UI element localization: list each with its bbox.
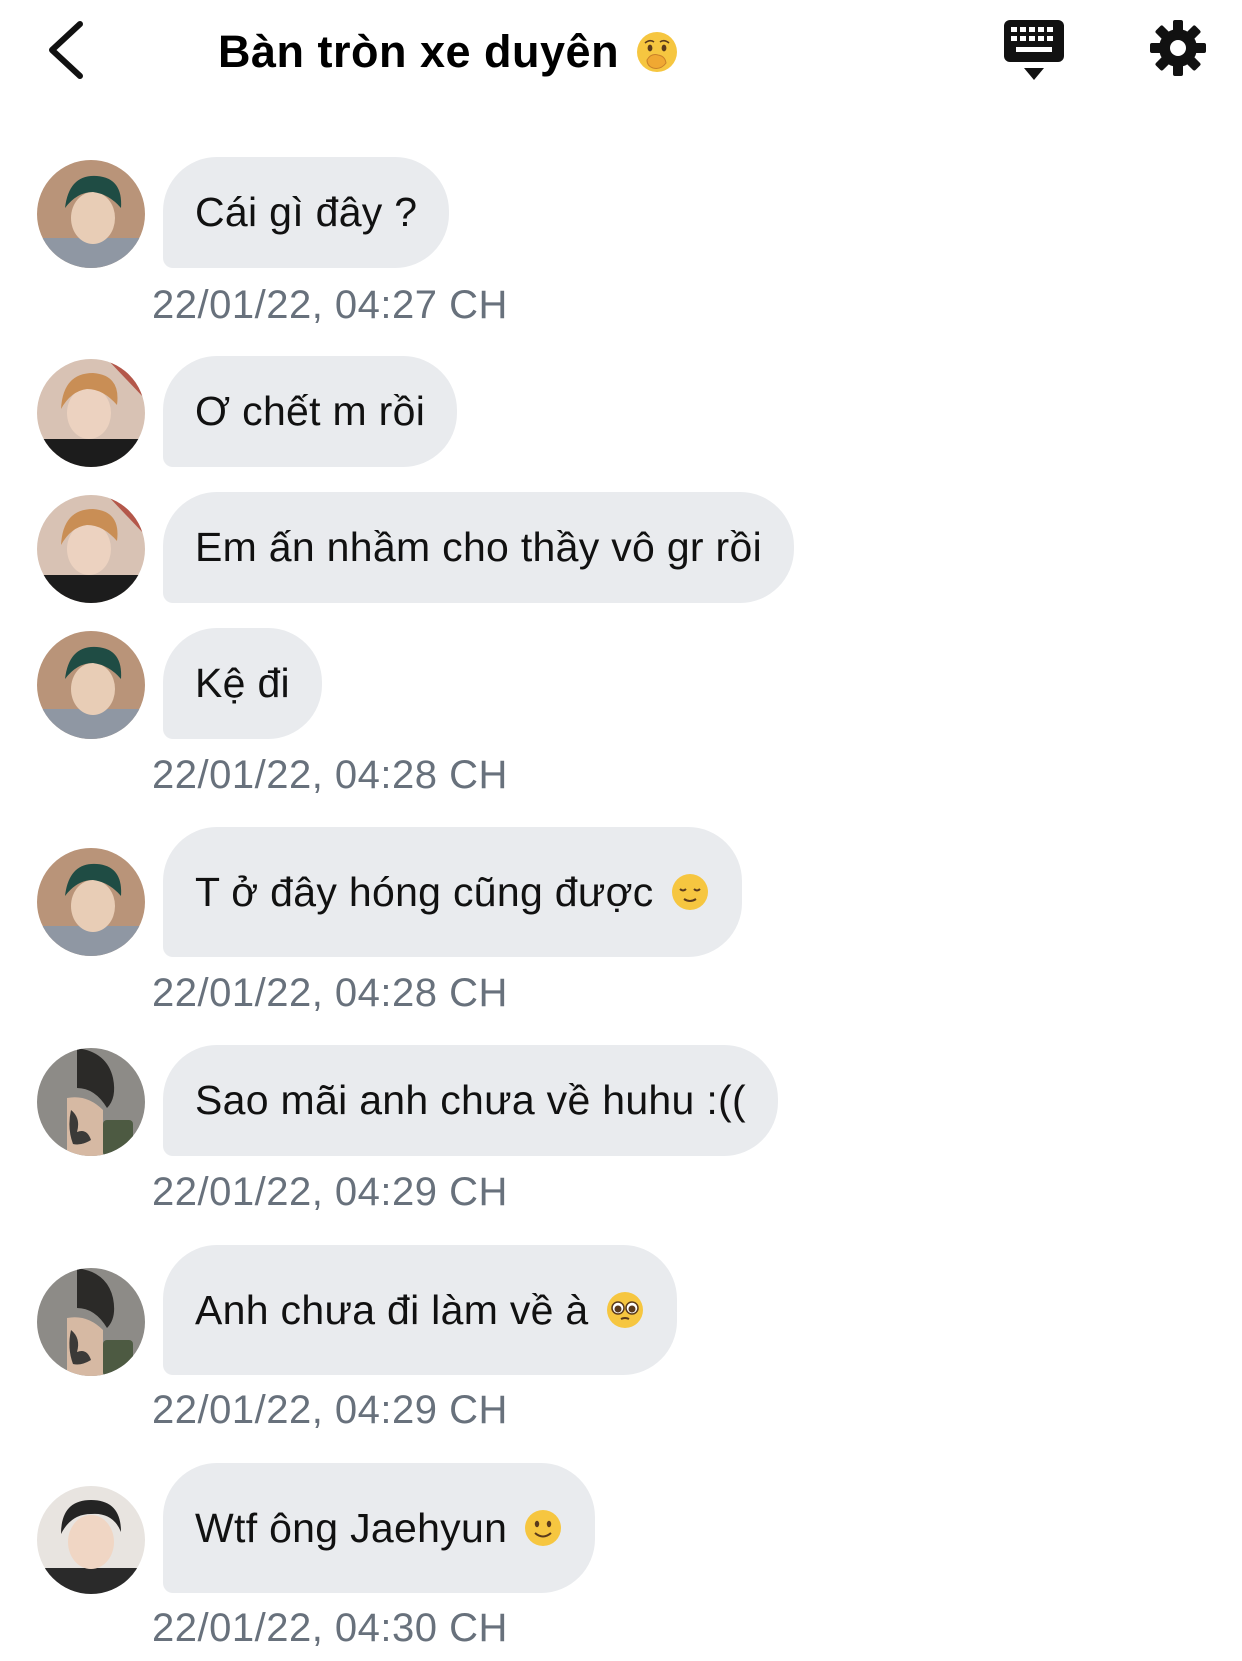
message-text: Wtf ông Jaehyun [195,1504,508,1551]
keyboard-icon [1004,20,1064,80]
keyboard-button[interactable] [1002,18,1066,84]
message-timestamp: 22/01/22, 04:30 CH [152,1606,508,1650]
gear-icon [1150,20,1206,76]
message-bubble[interactable]: Sao mãi anh chưa về huhu :(( [163,1045,778,1156]
avatar-teal-hair[interactable] [37,848,145,956]
slightly-smiling-face-icon [525,1510,562,1546]
message-text: Em ấn nhầm cho thầy vô gr rồi [195,524,763,570]
back-button[interactable] [44,18,94,82]
avatar-blond-hair[interactable] [37,495,145,603]
message-bubble[interactable]: Cái gì đây ? [163,157,450,268]
face-with-hand-over-mouth-icon [637,32,678,72]
avatar-image [37,631,145,739]
message-text: Ơ chết m rồi [195,388,426,434]
avatar-image [37,1048,145,1156]
avatar-blond-hair[interactable] [37,359,145,467]
chat-title: Bàn tròn xe duyên [218,22,679,82]
avatar-teal-hair[interactable] [37,631,145,739]
message-bubble[interactable]: Ơ chết m rồi [163,356,458,467]
message-timestamp: 22/01/22, 04:29 CH [152,1170,508,1214]
message-timestamp: 22/01/22, 04:28 CH [152,753,508,797]
message-bubble[interactable]: Wtf ông Jaehyun [163,1463,596,1593]
pleading-face-icon [606,1292,643,1328]
message-bubble[interactable]: Anh chưa đi làm về à [163,1245,677,1375]
relieved-face-icon [671,874,708,910]
message-text: Cái gì đây ? [195,189,418,235]
chat-title-text: Bàn tròn xe duyên [218,26,620,77]
avatar-tattoo[interactable] [37,1268,145,1376]
message-text: Sao mãi anh chưa về huhu :(( [195,1077,746,1123]
avatar-tattoo[interactable] [37,1048,145,1156]
settings-button[interactable] [1148,18,1208,78]
chevron-left-icon [49,21,83,79]
avatar-teal-hair[interactable] [37,160,145,268]
avatar-image [37,495,145,603]
message-text: Anh chưa đi làm về à [195,1286,589,1333]
avatar-image [37,359,145,467]
message-bubble[interactable]: T ở đây hóng cũng được [163,827,742,957]
message-bubble[interactable]: Kệ đi [163,628,322,739]
message-text: Kệ đi [195,660,290,706]
chat-header: Bàn tròn xe duyên [0,0,1242,110]
message-text: T ở đây hóng cũng được [195,868,654,915]
message-timestamp: 22/01/22, 04:27 CH [152,283,508,327]
avatar-image [37,1486,145,1594]
avatar-image [37,848,145,956]
avatar-image [37,160,145,268]
avatar-image [37,1268,145,1376]
message-timestamp: 22/01/22, 04:28 CH [152,971,508,1015]
message-timestamp: 22/01/22, 04:29 CH [152,1388,508,1432]
message-bubble[interactable]: Em ấn nhầm cho thầy vô gr rồi [163,492,795,603]
avatar-dark-hair[interactable] [37,1486,145,1594]
